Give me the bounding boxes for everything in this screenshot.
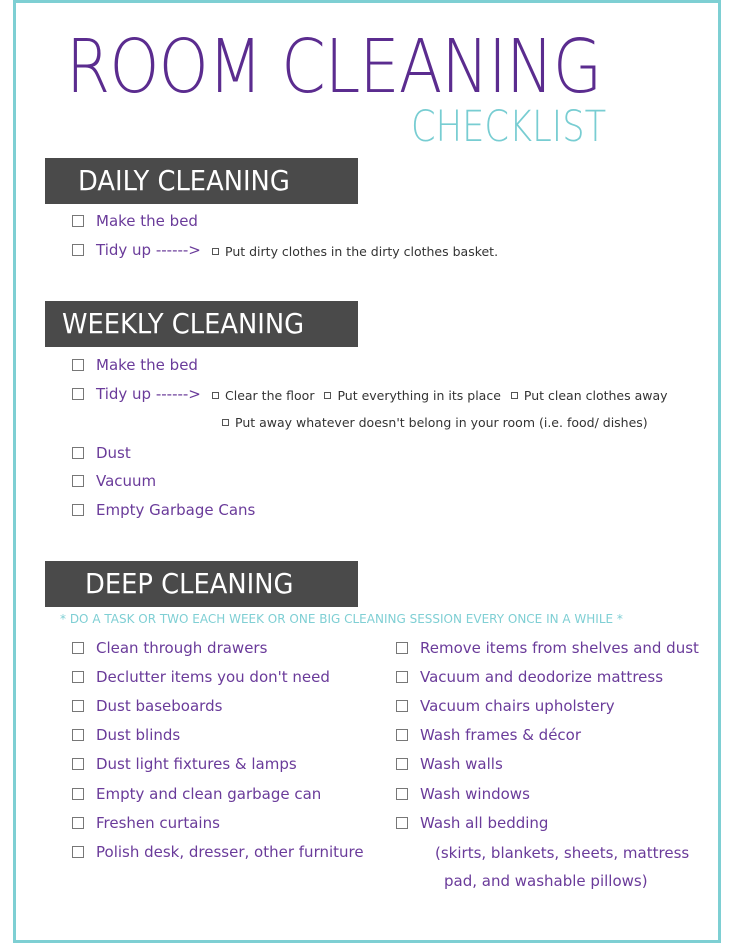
section-title-deep: DEEP CLEANING bbox=[85, 567, 294, 600]
weekly-item-make-bed[interactable]: Make the bed bbox=[72, 356, 198, 374]
deep-item[interactable]: Dust light fixtures & lamps bbox=[72, 755, 297, 773]
section-title-weekly: WEEKLY CLEANING bbox=[62, 307, 305, 340]
section-header-daily: DAILY CLEANING bbox=[45, 158, 358, 204]
section-header-deep: DEEP CLEANING bbox=[45, 561, 358, 607]
deep-item[interactable]: Freshen curtains bbox=[72, 814, 220, 832]
checkbox[interactable] bbox=[72, 816, 84, 829]
item-label: Freshen curtains bbox=[96, 813, 220, 832]
daily-subtask[interactable]: Put dirty clothes in the dirty clothes b… bbox=[212, 244, 498, 259]
item-label: Tidy up ------> bbox=[96, 385, 201, 403]
item-label: Wash windows bbox=[420, 784, 530, 803]
daily-item-tidy-up[interactable]: Tidy up ------> bbox=[72, 241, 201, 259]
weekly-subtask[interactable]: Clear the floor bbox=[212, 388, 314, 403]
deep-item[interactable]: Wash all bedding bbox=[396, 814, 548, 832]
checkbox[interactable] bbox=[72, 388, 84, 400]
checkbox[interactable] bbox=[72, 700, 84, 713]
checkbox[interactable] bbox=[72, 671, 84, 684]
item-label: Wash walls bbox=[420, 755, 503, 774]
item-label: Empty Garbage Cans bbox=[96, 501, 256, 519]
deep-item[interactable]: Wash walls bbox=[396, 755, 503, 773]
subtask-checkbox[interactable] bbox=[510, 392, 518, 399]
checkbox[interactable] bbox=[72, 359, 84, 371]
subtask-checkbox[interactable] bbox=[222, 419, 229, 426]
checkbox[interactable] bbox=[72, 642, 84, 654]
checkbox[interactable] bbox=[396, 642, 408, 654]
item-label: Declutter items you don't need bbox=[96, 668, 330, 687]
checkbox[interactable] bbox=[72, 475, 84, 487]
deep-item[interactable]: Dust baseboards bbox=[72, 697, 222, 715]
checkbox[interactable] bbox=[396, 729, 408, 742]
item-label: Make the bed bbox=[96, 212, 198, 230]
weekly-subtask[interactable]: Put clean clothes away bbox=[510, 388, 668, 403]
item-label: Tidy up ------> bbox=[96, 241, 201, 259]
item-label: Vacuum bbox=[96, 472, 157, 490]
checkbox[interactable] bbox=[72, 504, 84, 516]
checkbox[interactable] bbox=[72, 729, 84, 742]
deep-item[interactable]: Wash windows bbox=[396, 785, 530, 803]
weekly-subtask[interactable]: Put everything in its place bbox=[324, 388, 501, 403]
deep-item[interactable]: Remove items from shelves and dust bbox=[396, 639, 699, 657]
subtask-label: Clear the floor bbox=[225, 388, 315, 403]
page-subtitle: CHECKLIST bbox=[411, 102, 607, 152]
checkbox[interactable] bbox=[72, 447, 84, 459]
page-title: ROOM CLEANING bbox=[66, 24, 602, 110]
checkbox[interactable] bbox=[72, 244, 84, 256]
item-label: Clean through drawers bbox=[96, 639, 268, 657]
deep-cleaning-note: * DO A TASK OR TWO EACH WEEK OR ONE BIG … bbox=[60, 611, 623, 626]
checkbox[interactable] bbox=[396, 758, 408, 771]
subtask-label: Put everything in its place bbox=[337, 388, 501, 403]
deep-item[interactable]: Polish desk, dresser, other furniture bbox=[72, 843, 364, 861]
checkbox[interactable] bbox=[72, 758, 84, 771]
daily-item-make-bed[interactable]: Make the bed bbox=[72, 212, 198, 230]
item-label: Remove items from shelves and dust bbox=[420, 639, 699, 657]
bedding-detail-line1: (skirts, blankets, sheets, mattress bbox=[435, 844, 690, 862]
checkbox[interactable] bbox=[72, 845, 84, 858]
item-label: Dust bbox=[96, 444, 131, 462]
weekly-subtask[interactable]: Put away whatever doesn't belong in your… bbox=[222, 415, 648, 430]
subtask-label: Put away whatever doesn't belong in your… bbox=[235, 415, 648, 430]
deep-item[interactable]: Vacuum and deodorize mattress bbox=[396, 668, 663, 686]
subtask-checkbox[interactable] bbox=[324, 392, 332, 399]
subtask-checkbox[interactable] bbox=[212, 248, 219, 255]
weekly-item-vacuum[interactable]: Vacuum bbox=[72, 472, 156, 490]
bedding-detail-line2: pad, and washable pillows) bbox=[444, 872, 648, 890]
weekly-item-dust[interactable]: Dust bbox=[72, 444, 131, 462]
subtask-label: Put dirty clothes in the dirty clothes b… bbox=[225, 244, 499, 259]
item-label: Polish desk, dresser, other furniture bbox=[96, 842, 364, 861]
checkbox[interactable] bbox=[396, 816, 408, 829]
weekly-subtasks-row1: Clear the floor Put everything in its pl… bbox=[212, 388, 668, 403]
checkbox[interactable] bbox=[396, 787, 408, 800]
item-label: Wash all bedding bbox=[420, 813, 549, 832]
weekly-item-tidy-up[interactable]: Tidy up ------> bbox=[72, 385, 201, 403]
item-label: Dust light fixtures & lamps bbox=[96, 755, 297, 774]
deep-item[interactable]: Empty and clean garbage can bbox=[72, 785, 321, 803]
section-title-daily: DAILY CLEANING bbox=[78, 164, 290, 197]
item-label: Dust blinds bbox=[96, 726, 181, 745]
checkbox[interactable] bbox=[396, 671, 408, 684]
subtask-label: Put clean clothes away bbox=[523, 388, 668, 403]
item-label: Make the bed bbox=[96, 356, 198, 374]
item-label: Empty and clean garbage can bbox=[96, 784, 322, 803]
item-label: Dust baseboards bbox=[96, 697, 223, 716]
checkbox[interactable] bbox=[72, 215, 84, 227]
item-label: Vacuum and deodorize mattress bbox=[420, 668, 664, 687]
checkbox[interactable] bbox=[396, 700, 408, 713]
checkbox[interactable] bbox=[72, 787, 84, 800]
subtask-checkbox[interactable] bbox=[212, 392, 219, 399]
item-label: Vacuum chairs upholstery bbox=[420, 697, 615, 716]
weekly-item-empty-garbage[interactable]: Empty Garbage Cans bbox=[72, 501, 255, 519]
deep-item[interactable]: Wash frames & décor bbox=[396, 726, 581, 744]
deep-item[interactable]: Vacuum chairs upholstery bbox=[396, 697, 615, 715]
item-label: Wash frames & décor bbox=[420, 726, 582, 745]
section-header-weekly: WEEKLY CLEANING bbox=[45, 301, 358, 347]
deep-item[interactable]: Clean through drawers bbox=[72, 639, 267, 657]
deep-item[interactable]: Declutter items you don't need bbox=[72, 668, 330, 686]
deep-item[interactable]: Dust blinds bbox=[72, 726, 180, 744]
